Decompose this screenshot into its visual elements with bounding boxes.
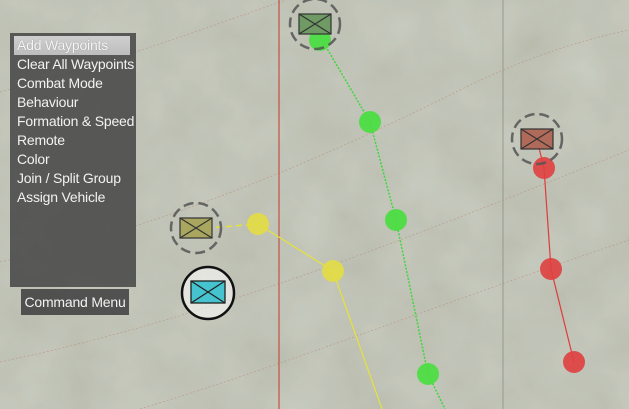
waypoint-marker[interactable] [359,111,381,133]
command-menu-title: Command Menu [21,289,129,315]
waypoint-marker[interactable] [247,213,269,235]
menu-item-color[interactable]: Color [14,150,130,169]
waypoint-marker[interactable] [417,363,439,385]
menu-item-formation-speed[interactable]: Formation & Speed [14,112,134,131]
menu-item-assign-vehicle[interactable]: Assign Vehicle [14,188,130,207]
menu-item-clear-all-waypoints[interactable]: Clear All Waypoints [14,55,134,74]
command-menu-panel: Add Waypoints Clear All Waypoints Combat… [10,33,136,287]
waypoint-marker[interactable] [385,209,407,231]
waypoint-marker[interactable] [563,351,585,373]
waypoint-marker[interactable] [322,260,344,282]
menu-item-add-waypoints[interactable]: Add Waypoints [14,36,130,55]
menu-item-join-split-group[interactable]: Join / Split Group [14,169,130,188]
unit-marker-selected[interactable] [180,265,236,321]
menu-item-combat-mode[interactable]: Combat Mode [14,74,130,93]
waypoint-marker[interactable] [540,258,562,280]
menu-item-behaviour[interactable]: Behaviour [14,93,130,112]
menu-item-remote[interactable]: Remote [14,131,130,150]
